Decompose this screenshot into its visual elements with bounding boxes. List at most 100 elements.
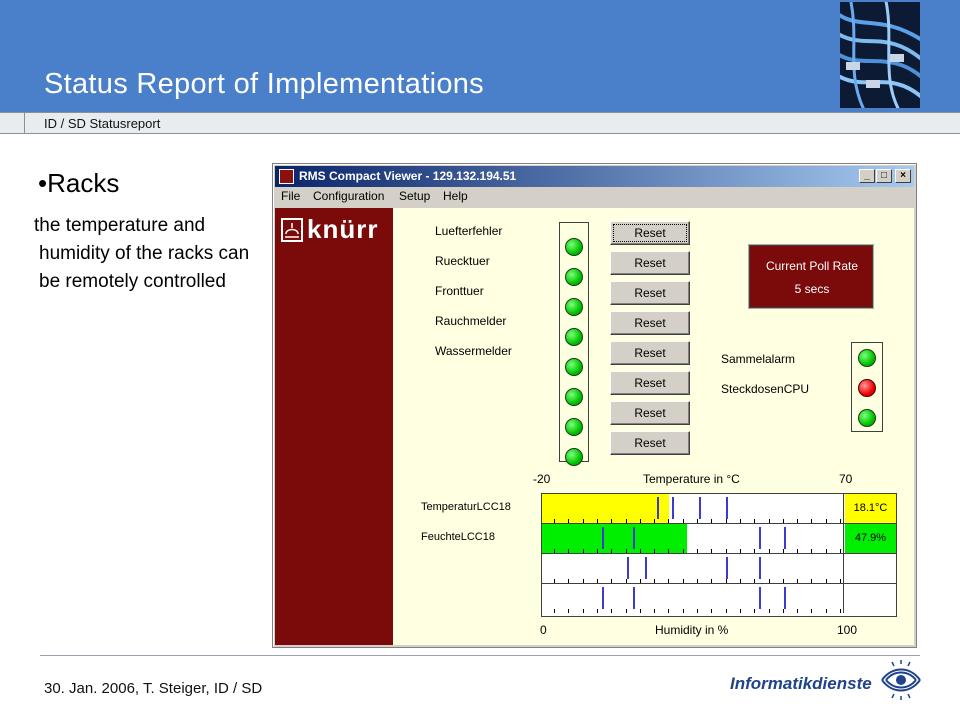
subbar-divider [24,113,25,133]
gauge-tick [683,579,684,583]
sensor-status-led [565,268,583,286]
gauge-threshold-marker [726,557,728,579]
gauge-row: 47.9% [542,524,896,554]
gauge-track [542,554,844,583]
gauge-threshold-marker [633,527,635,549]
sensor-label: Luefterfehler [435,224,503,238]
poll-rate-box: Current Poll Rate 5 secs [749,245,873,308]
menu-configuration[interactable]: Configuration [313,189,384,203]
gauge-tick [554,579,555,583]
gauge-tick [668,579,669,583]
gauge-row [542,554,896,584]
sensor-label: Fronttuer [435,284,484,298]
gauge-tick [797,579,798,583]
sensor-status-led [565,298,583,316]
gauge-tick [683,549,684,553]
gauge-tick [811,519,812,523]
reset-button[interactable]: Reset [610,431,690,455]
gauge-tick [654,549,655,553]
alarm-led-column [851,342,883,432]
reset-button[interactable]: Reset [610,251,690,275]
gauge-tick [554,609,555,613]
reset-button[interactable]: Reset [610,371,690,395]
gauge-tick [697,609,698,613]
sensor-status-led [565,448,583,466]
window-titlebar[interactable]: RMS Compact Viewer - 129.132.194.51 _ □ … [275,166,914,187]
gauge-tick [640,549,641,553]
reset-button[interactable]: Reset [610,281,690,305]
informatikdienste-logo: Informatikdienste [730,658,922,704]
gauge-tick [597,549,598,553]
gauge-tick [583,519,584,523]
slide-subtitle: ID / SD Statusreport [44,116,161,131]
poll-rate-title: Current Poll Rate [765,259,859,273]
gauge-tick [568,609,569,613]
rms-compact-viewer-window: RMS Compact Viewer - 129.132.194.51 _ □ … [272,163,917,648]
gauge-tick [711,549,712,553]
minimize-button[interactable]: _ [859,169,875,183]
menu-setup[interactable]: Setup [399,189,430,203]
bullet-body: the temperature and humidity of the rack… [34,215,250,292]
reset-button[interactable]: Reset [610,401,690,425]
bullet-heading: •Racks [38,168,120,198]
gauge-tick [826,579,827,583]
sensor-led-column [559,222,589,466]
gauge-fill [542,494,669,523]
humidity-axis-title: Humidity in % [655,623,729,637]
menu-file[interactable]: File [281,189,300,203]
menu-bar: File Configuration Setup Help [275,188,914,206]
alarm-status-led [858,409,876,427]
reset-button[interactable]: Reset [610,311,690,335]
gauge-tick [640,519,641,523]
gauge-tick [769,519,770,523]
gauge-tick [769,609,770,613]
gauge-tick [711,519,712,523]
gauge-tick [811,579,812,583]
gauge-tick [811,609,812,613]
gauge-tick [611,519,612,523]
gauge-tick [840,549,841,553]
gauge-tick [697,519,698,523]
gauge-tick [840,609,841,613]
gauge-tick [783,549,784,553]
gauge-threshold-marker [602,527,604,549]
gauge-tick [554,519,555,523]
gauge-tick [597,609,598,613]
gauge-tick [640,609,641,613]
gauge-tick [740,549,741,553]
network-cables-image [840,2,920,108]
gauge-tick [611,609,612,613]
reset-button[interactable]: Reset [610,341,690,365]
gauge-tick [811,549,812,553]
gauge-threshold-marker [657,497,659,519]
gauge-tick [826,549,827,553]
gauge-tick [769,579,770,583]
gauge-threshold-marker [726,497,728,519]
gauge-tick [726,609,727,613]
humidity-axis-max: 100 [837,623,858,637]
gauge-tick [840,519,841,523]
gauge-tick [611,549,612,553]
gauge-tick [654,579,655,583]
temperature-axis-min: -20 [533,472,551,486]
gauge-threshold-marker [759,557,761,579]
gauge-threshold-marker [633,587,635,609]
reset-button[interactable]: Reset [610,221,690,245]
gauge-tick [697,549,698,553]
menu-help[interactable]: Help [443,189,468,203]
gauge-tick [697,579,698,583]
window-title: RMS Compact Viewer - 129.132.194.51 [299,169,517,183]
maximize-button[interactable]: □ [876,169,892,183]
humidity-axis-min: 0 [540,623,547,637]
gauge-tick [568,579,569,583]
temperature-axis-title: Temperature in °C [643,472,740,486]
gauge-tick [583,579,584,583]
gauge-tick [726,519,727,523]
footer-text: 30. Jan. 2006, T. Steiger, ID / SD [44,680,263,697]
footer-divider [40,655,920,656]
eye-logo-icon [881,660,921,700]
close-button[interactable]: × [895,169,911,183]
gauge-threshold-marker [759,527,761,549]
gauge-tick [769,549,770,553]
gauge-tick [668,519,669,523]
